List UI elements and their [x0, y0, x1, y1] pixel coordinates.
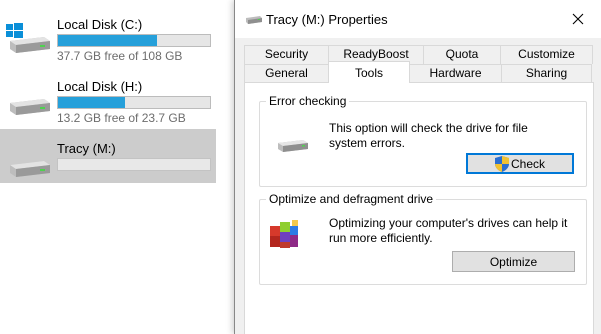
tab-quota[interactable]: Quota	[423, 45, 501, 64]
drive-name: Local Disk (C:)	[57, 17, 143, 32]
group-title: Optimize and defragment drive	[266, 192, 437, 206]
tab-customize[interactable]: Customize	[500, 45, 593, 64]
optimize-button[interactable]: Optimize	[452, 251, 575, 272]
drive-name: Local Disk (H:)	[57, 79, 143, 94]
drive-item-c[interactable]: Local Disk (C:) 37.7 GB free of 108 GB	[0, 5, 216, 63]
tab-sharing[interactable]: Sharing	[501, 64, 592, 83]
optimize-button-label: Optimize	[489, 254, 538, 269]
windows-drive-icon	[6, 23, 50, 53]
defrag-icon	[270, 220, 298, 248]
uac-shield-icon	[494, 155, 509, 172]
drive-free-space: 37.7 GB free of 108 GB	[57, 49, 183, 63]
drive-usage-fill	[58, 97, 126, 108]
tab-row-top: Security ReadyBoost Quota Customize	[244, 45, 593, 64]
drive-usage-bar	[57, 158, 211, 171]
drive-usage-bar	[57, 96, 211, 109]
group-description: Optimizing your computer's drives can he…	[329, 216, 568, 245]
drive-name: Tracy (M:)	[57, 141, 116, 156]
properties-dialog: Tracy (M:) Properties Security ReadyBoos…	[234, 0, 601, 334]
check-button-label: Check	[510, 156, 545, 171]
tab-security[interactable]: Security	[244, 45, 329, 64]
drive-icon	[278, 140, 308, 152]
drive-icon	[246, 16, 262, 24]
check-button[interactable]: Check	[466, 153, 574, 174]
tools-tab-panel: Error checking This option will check th…	[244, 82, 594, 334]
title-bar[interactable]: Tracy (M:) Properties	[235, 0, 601, 38]
drive-item-h[interactable]: Local Disk (H:) 13.2 GB free of 23.7 GB	[0, 67, 216, 125]
tab-row-bottom: General Tools Hardware Sharing	[244, 61, 592, 83]
drive-usage-fill	[58, 35, 157, 46]
drive-usage-bar	[57, 34, 211, 47]
optimize-group: Optimize and defragment drive Optimizing…	[259, 192, 587, 285]
dialog-title: Tracy (M:) Properties	[266, 12, 388, 27]
drive-list: Local Disk (C:) 37.7 GB free of 108 GB L…	[0, 0, 240, 334]
tab-hardware[interactable]: Hardware	[409, 64, 502, 83]
drive-item-m[interactable]: Tracy (M:)	[0, 129, 216, 183]
tab-general[interactable]: General	[244, 64, 329, 83]
hard-drive-icon	[10, 99, 50, 115]
tab-tools[interactable]: Tools	[328, 61, 410, 83]
close-icon	[572, 13, 584, 25]
close-button[interactable]	[555, 0, 601, 38]
error-checking-group: Error checking This option will check th…	[259, 94, 587, 187]
drive-free-space: 13.2 GB free of 23.7 GB	[57, 111, 186, 125]
hard-drive-icon	[10, 161, 50, 177]
group-description: This option will check the drive for fil…	[329, 121, 528, 150]
group-title: Error checking	[266, 94, 350, 108]
